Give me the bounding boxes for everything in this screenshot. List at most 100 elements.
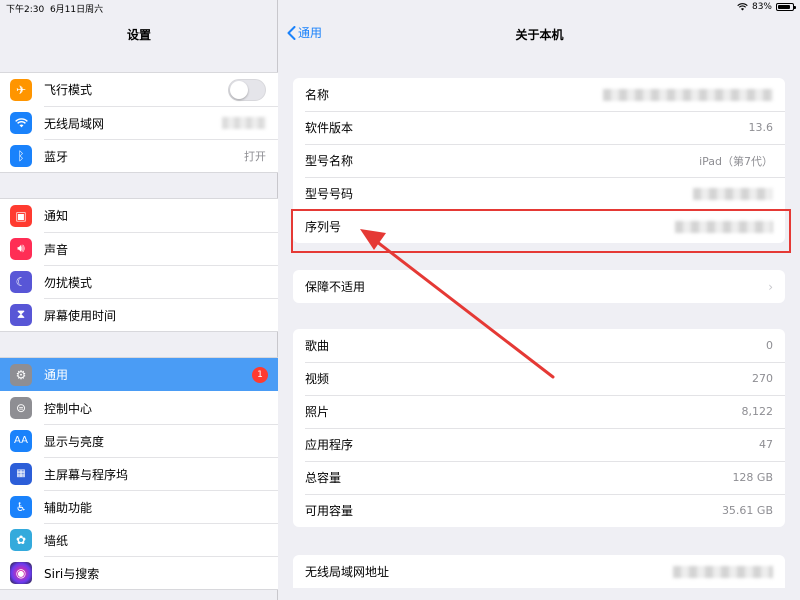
serial-number-highlight-box — [291, 209, 791, 253]
info-row-capacity: 总容量 128 GB — [293, 461, 785, 494]
sidebar-title: 设置 — [126, 28, 151, 42]
settings-sidebar: 设置 ✈ 飞行模式 无线局域网 ᛒ 蓝牙 打开 ▣ 通知 🔊︎ 声音 ☾ 勿扰模… — [0, 0, 278, 600]
info-row-videos: 视频 270 — [293, 362, 785, 395]
sidebar-item-screen-time[interactable]: ⧗ 屏幕使用时间 — [0, 298, 278, 331]
sidebar-group-notifications: ▣ 通知 🔊︎ 声音 ☾ 勿扰模式 ⧗ 屏幕使用时间 — [0, 198, 278, 332]
speaker-icon: 🔊︎ — [10, 237, 32, 260]
sidebar-item-label: 无线局域网 — [44, 116, 105, 131]
info-value: 128 GB — [732, 471, 773, 484]
sidebar-item-label: 主屏幕与程序坞 — [44, 467, 129, 482]
sidebar-item-siri-search[interactable]: ◉ Siri与搜索 — [0, 556, 278, 589]
siri-icon: ◉ — [10, 561, 32, 584]
accessibility-icon: ♿︎ — [10, 495, 32, 518]
sidebar-item-label: 声音 — [44, 242, 69, 257]
status-time: 下午2:30 — [6, 5, 45, 15]
network-info-group: 无线局域网地址 — [293, 555, 785, 588]
info-value: 0 — [766, 339, 773, 352]
bluetooth-icon: ᛒ — [10, 144, 32, 167]
grid-icon: ▦ — [10, 462, 32, 485]
sidebar-item-wallpaper[interactable]: ✿ 墙纸 — [0, 523, 278, 556]
sidebar-item-label: Siri与搜索 — [44, 566, 100, 581]
wifi-network-redacted — [222, 117, 266, 129]
sidebar-item-wifi[interactable]: 无线局域网 — [0, 106, 278, 139]
sidebar-item-home-screen-dock[interactable]: ▦ 主屏幕与程序坞 — [0, 457, 278, 490]
info-value: 35.61 GB — [721, 504, 773, 517]
status-indicators: 83% — [737, 2, 796, 12]
sidebar-item-accessibility[interactable]: ♿︎ 辅助功能 — [0, 490, 278, 523]
device-name-redacted — [603, 88, 773, 101]
sidebar-group-connectivity: ✈ 飞行模式 无线局域网 ᛒ 蓝牙 打开 — [0, 72, 278, 173]
about-pane: 通用 关于本机 名称 软件版本 13.6 型号名称 iPad（第7代） 型号号码… — [279, 0, 800, 600]
sidebar-item-label: 墙纸 — [44, 533, 69, 548]
airplane-mode-toggle[interactable] — [228, 78, 266, 101]
info-value: 47 — [759, 438, 773, 451]
gear-icon: ⚙ — [10, 363, 32, 386]
sidebar-item-label: 显示与亮度 — [44, 434, 105, 449]
page-title: 关于本机 — [515, 28, 564, 42]
sidebar-item-display-brightness[interactable]: AA 显示与亮度 — [0, 424, 278, 457]
info-label: 视频 — [305, 372, 330, 386]
info-row-model-number[interactable]: 型号号码 — [293, 177, 785, 210]
sidebar-item-notifications[interactable]: ▣ 通知 — [0, 199, 278, 232]
sidebar-item-airplane-mode[interactable]: ✈ 飞行模式 — [0, 73, 278, 106]
update-badge: 1 — [252, 366, 268, 383]
info-row-available: 可用容量 35.61 GB — [293, 494, 785, 527]
notification-icon: ▣ — [10, 204, 32, 227]
info-row-name[interactable]: 名称 — [293, 78, 785, 111]
sidebar-item-label: 控制中心 — [44, 401, 93, 416]
sidebar-group-general: ⚙ 通用 1 ⊜ 控制中心 AA 显示与亮度 ▦ 主屏幕与程序坞 ♿︎ 辅助功能… — [0, 357, 278, 590]
sidebar-item-sounds[interactable]: 🔊︎ 声音 — [0, 232, 278, 265]
sidebar-item-label: 辅助功能 — [44, 500, 93, 515]
info-row-applications: 应用程序 47 — [293, 428, 785, 461]
sidebar-item-label: 屏幕使用时间 — [44, 308, 117, 323]
info-label: 照片 — [305, 405, 330, 419]
info-row-model-name: 型号名称 iPad（第7代） — [293, 144, 785, 177]
sidebar-item-label: 飞行模式 — [44, 83, 93, 97]
toggle-knob — [230, 80, 248, 99]
status-time-date: 下午2:30 6月11日周六 — [6, 2, 103, 15]
sidebar-item-bluetooth[interactable]: ᛒ 蓝牙 打开 — [0, 139, 278, 172]
info-label: 型号名称 — [305, 154, 354, 168]
flower-icon: ✿ — [10, 528, 32, 551]
info-label: 无线局域网地址 — [305, 565, 390, 579]
sidebar-item-control-center[interactable]: ⊜ 控制中心 — [0, 391, 278, 424]
sidebar-item-label: 通用 — [44, 368, 69, 382]
sidebar-item-do-not-disturb[interactable]: ☾ 勿扰模式 — [0, 265, 278, 298]
wifi-icon — [10, 111, 32, 134]
sidebar-item-label: 通知 — [44, 209, 69, 223]
sidebar-item-label: 勿扰模式 — [44, 275, 93, 290]
battery-percent: 83% — [751, 2, 772, 12]
info-value: 8,122 — [741, 405, 774, 418]
info-row-software-version[interactable]: 软件版本 13.6 — [293, 111, 785, 144]
wifi-address-redacted — [673, 565, 773, 578]
info-row-wifi-address[interactable]: 无线局域网地址 — [293, 555, 785, 588]
info-row-photos: 照片 8,122 — [293, 395, 785, 428]
bluetooth-status: 打开 — [244, 150, 266, 163]
coverage-group: 保障不适用 › — [293, 270, 785, 303]
battery-level — [778, 5, 790, 9]
info-value: 270 — [752, 372, 773, 385]
info-label: 保障不适用 — [305, 280, 366, 294]
battery-icon — [776, 3, 796, 11]
info-label: 可用容量 — [305, 504, 354, 518]
info-label: 应用程序 — [305, 438, 354, 452]
sidebar-item-label: 蓝牙 — [44, 149, 69, 164]
info-label: 名称 — [305, 88, 330, 102]
model-number-redacted — [693, 187, 773, 200]
status-bar: 下午2:30 6月11日周六 83% — [0, 0, 800, 16]
info-row-coverage[interactable]: 保障不适用 › — [293, 270, 785, 303]
info-row-songs: 歌曲 0 — [293, 329, 785, 362]
status-date: 6月11日周六 — [49, 5, 104, 15]
info-label: 型号号码 — [305, 187, 354, 201]
chevron-right-icon: › — [768, 279, 773, 294]
airplane-icon: ✈ — [10, 78, 32, 101]
switches-icon: ⊜ — [10, 396, 32, 419]
info-value: iPad（第7代） — [699, 154, 773, 168]
wifi-status-icon — [737, 3, 748, 11]
storage-info-group: 歌曲 0 视频 270 照片 8,122 应用程序 47 总容量 128 GB … — [293, 329, 785, 527]
info-value: 13.6 — [748, 121, 774, 134]
hourglass-icon: ⧗ — [10, 303, 32, 326]
info-label: 总容量 — [305, 471, 342, 485]
sidebar-item-general[interactable]: ⚙ 通用 1 — [0, 358, 278, 391]
moon-icon: ☾ — [10, 270, 32, 293]
